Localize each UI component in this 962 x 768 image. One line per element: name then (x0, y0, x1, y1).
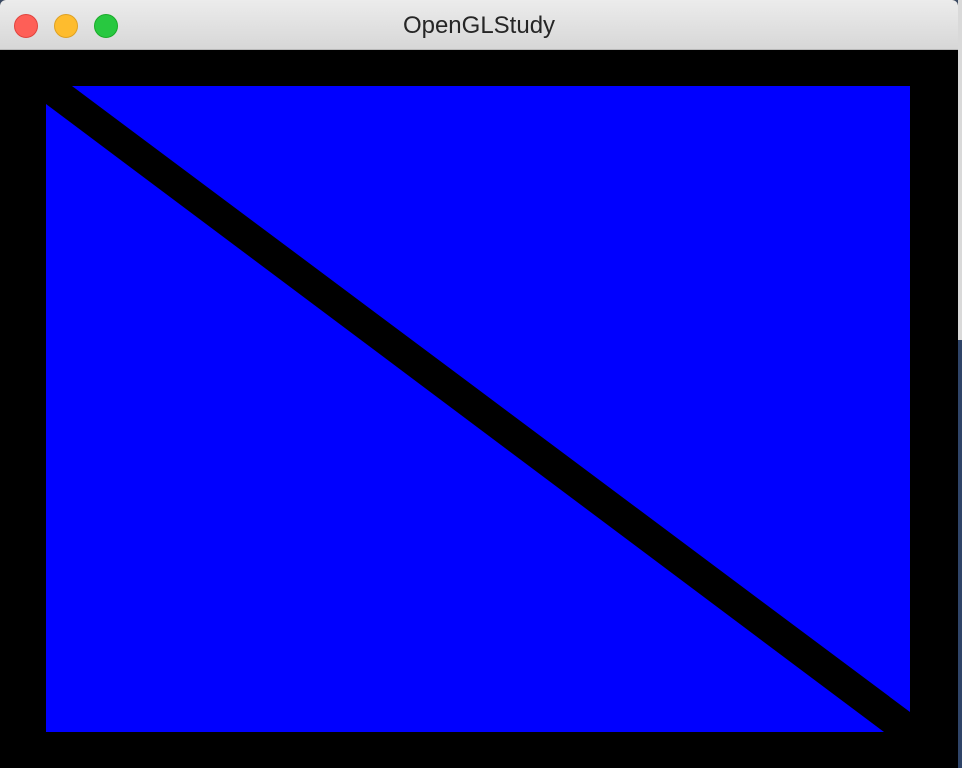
app-window: OpenGLStudy (0, 0, 958, 768)
gl-render-surface (46, 86, 910, 732)
window-title: OpenGLStudy (402, 12, 556, 39)
desktop-background (958, 0, 962, 768)
opengl-canvas[interactable] (0, 50, 958, 768)
desktop-window-edge (958, 340, 962, 768)
title-bar[interactable]: OpenGLStudy (0, 0, 958, 50)
